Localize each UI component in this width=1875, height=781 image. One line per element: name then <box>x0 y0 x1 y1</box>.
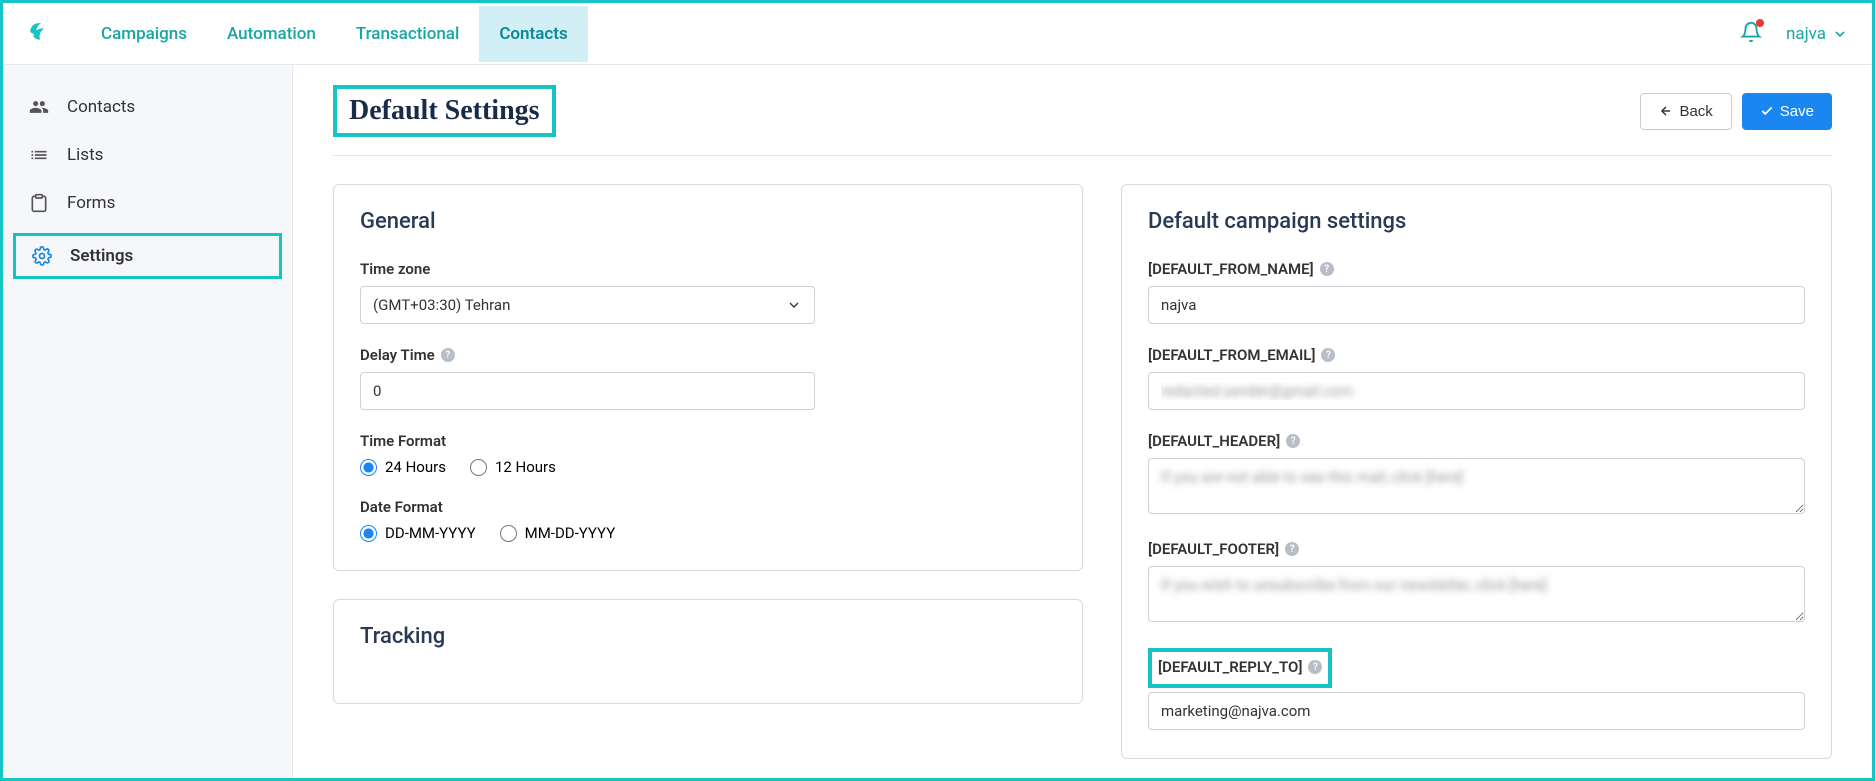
timezone-label: Time zone <box>360 260 1056 278</box>
from-name-label: [DEFAULT_FROM_NAME] ? <box>1148 260 1805 278</box>
help-icon[interactable]: ? <box>1308 660 1322 674</box>
header-label: [DEFAULT_HEADER] ? <box>1148 432 1805 450</box>
back-label: Back <box>1679 103 1712 120</box>
gear-icon <box>32 246 54 266</box>
user-name: najva <box>1786 24 1826 44</box>
nav-tab-automation[interactable]: Automation <box>207 6 336 62</box>
sidebar-item-lists[interactable]: Lists <box>3 131 292 179</box>
header-textarea[interactable]: If you are not able to see this mail, cl… <box>1148 458 1805 514</box>
sidebar-item-label: Settings <box>70 246 133 266</box>
chevron-down-icon <box>1832 26 1848 42</box>
help-icon[interactable]: ? <box>1286 434 1300 448</box>
from-email-label: [DEFAULT_FROM_EMAIL] ? <box>1148 346 1805 364</box>
save-button[interactable]: Save <box>1742 93 1832 130</box>
timeformat-label: Time Format <box>360 432 1056 450</box>
divider <box>333 155 1832 156</box>
sidebar-item-label: Contacts <box>67 97 135 117</box>
radio-mdy[interactable]: MM-DD-YYYY <box>500 524 616 542</box>
topbar: Campaigns Automation Transactional Conta… <box>3 3 1872 65</box>
radio-24h-input[interactable] <box>360 459 377 476</box>
page-header: Default Settings Back Save <box>333 85 1832 137</box>
page-title: Default Settings <box>333 85 556 137</box>
users-icon <box>29 97 51 117</box>
radio-12h-input[interactable] <box>470 459 487 476</box>
radio-12h[interactable]: 12 Hours <box>470 458 556 476</box>
check-icon <box>1760 104 1774 118</box>
save-label: Save <box>1780 103 1814 120</box>
user-menu[interactable]: najva <box>1786 24 1848 44</box>
sidebar-item-label: Lists <box>67 145 103 165</box>
radio-dmy-input[interactable] <box>360 525 377 542</box>
footer-textarea[interactable]: If you wish to unsubscribe from our news… <box>1148 566 1805 622</box>
reply-to-input[interactable] <box>1148 692 1805 730</box>
app-logo[interactable] <box>27 19 53 49</box>
radio-12h-label: 12 Hours <box>495 458 556 476</box>
main-content: Default Settings Back Save General <box>293 65 1872 778</box>
reply-to-label: [DEFAULT_REPLY_TO] ? <box>1158 658 1322 676</box>
nav-tab-transactional[interactable]: Transactional <box>336 6 480 62</box>
header-actions: Back Save <box>1640 93 1832 130</box>
delay-label: Delay Time ? <box>360 346 1056 364</box>
radio-24h[interactable]: 24 Hours <box>360 458 446 476</box>
sidebar-item-contacts[interactable]: Contacts <box>3 83 292 131</box>
radio-24h-label: 24 Hours <box>385 458 446 476</box>
help-icon[interactable]: ? <box>1320 262 1334 276</box>
campaign-heading: Default campaign settings <box>1148 209 1805 234</box>
campaign-settings-card: Default campaign settings [DEFAULT_FROM_… <box>1121 184 1832 759</box>
radio-dmy[interactable]: DD-MM-YYYY <box>360 524 476 542</box>
main-nav: Campaigns Automation Transactional Conta… <box>81 6 588 62</box>
notifications-button[interactable] <box>1740 21 1762 47</box>
radio-mdy-input[interactable] <box>500 525 517 542</box>
clipboard-icon <box>29 193 51 213</box>
reply-to-highlight: [DEFAULT_REPLY_TO] ? <box>1148 648 1332 688</box>
back-button[interactable]: Back <box>1640 93 1731 130</box>
topbar-right: najva <box>1740 21 1848 47</box>
radio-dmy-label: DD-MM-YYYY <box>385 524 476 542</box>
sidebar-item-label: Forms <box>67 193 115 213</box>
sidebar-item-settings[interactable]: Settings <box>13 233 282 279</box>
general-heading: General <box>360 209 1056 234</box>
notification-dot <box>1756 19 1764 27</box>
timezone-select[interactable]: (GMT+03:30) Tehran <box>360 286 815 324</box>
from-name-input[interactable] <box>1148 286 1805 324</box>
dateformat-label: Date Format <box>360 498 1056 516</box>
tracking-heading: Tracking <box>360 624 1056 649</box>
footer-label: [DEFAULT_FOOTER] ? <box>1148 540 1805 558</box>
nav-tab-contacts[interactable]: Contacts <box>479 6 587 62</box>
tracking-card: Tracking <box>333 599 1083 704</box>
arrow-left-icon <box>1659 104 1673 118</box>
help-icon[interactable]: ? <box>441 348 455 362</box>
delay-input[interactable] <box>360 372 815 410</box>
help-icon[interactable]: ? <box>1321 348 1335 362</box>
radio-mdy-label: MM-DD-YYYY <box>525 524 616 542</box>
sidebar: Contacts Lists Forms Settings <box>3 65 293 778</box>
from-email-input[interactable] <box>1148 372 1805 410</box>
nav-tab-campaigns[interactable]: Campaigns <box>81 6 207 62</box>
sidebar-item-forms[interactable]: Forms <box>3 179 292 227</box>
help-icon[interactable]: ? <box>1285 542 1299 556</box>
list-icon <box>29 145 51 165</box>
general-card: General Time zone (GMT+03:30) Tehran Del… <box>333 184 1083 571</box>
